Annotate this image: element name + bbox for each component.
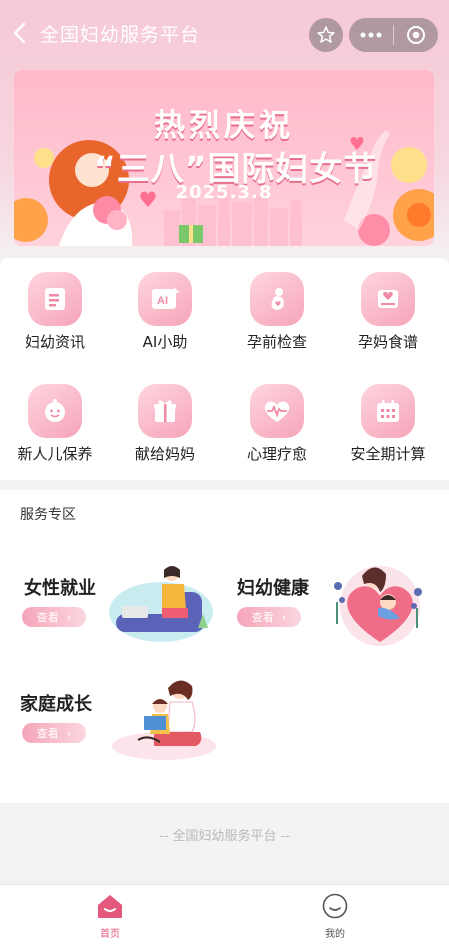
section-title: 服务专区 bbox=[20, 507, 76, 523]
grid-item-gift-for-mom[interactable]: 献给妈妈 bbox=[110, 370, 220, 470]
star-icon bbox=[317, 26, 335, 43]
recipe-icon bbox=[361, 272, 415, 326]
heartbeat-icon bbox=[250, 384, 304, 438]
chevron-right-icon: › bbox=[281, 610, 287, 624]
grid-item-pregnancy-check[interactable]: 孕前检查 bbox=[222, 258, 332, 358]
more-button[interactable] bbox=[349, 18, 393, 52]
grid-item-label: AI小助 bbox=[142, 333, 188, 351]
tab-mine[interactable]: 我的 bbox=[305, 893, 365, 940]
chevron-right-icon: › bbox=[66, 610, 72, 624]
tab-home[interactable]: 首页 bbox=[80, 893, 140, 940]
gift-icon bbox=[138, 384, 192, 438]
banner-headline: 热烈庆祝 bbox=[154, 108, 294, 144]
mini-program-capsule bbox=[349, 18, 438, 52]
banner-date: 2025.3.8 bbox=[175, 182, 273, 203]
svg-text:AI: AI bbox=[157, 295, 168, 307]
news-icon bbox=[28, 272, 82, 326]
family-growth-illustration bbox=[112, 680, 216, 760]
tab-home-label: 首页 bbox=[100, 929, 120, 940]
grid-item-label: 妇幼资讯 bbox=[24, 333, 85, 351]
service-name-employment: 女性就业 bbox=[24, 578, 96, 599]
service-name-maternal-health: 妇幼健康 bbox=[237, 578, 309, 599]
bottom-tab-bar: 首页 我的 bbox=[0, 884, 449, 944]
womens-day-banner[interactable]: 热烈庆祝 “三八”国际妇女节 2025.3.8 bbox=[14, 70, 434, 246]
chevron-left-icon[interactable] bbox=[10, 20, 32, 46]
view-family-growth-button[interactable]: 查看 › bbox=[22, 723, 86, 743]
maternal-health-illustration bbox=[334, 566, 422, 646]
service-zone: 服务专区 女性就业 查看 › 妇幼健康 查看 › 家庭成长 查看 › bbox=[0, 490, 449, 803]
grid-item-ai-assistant[interactable]: AI AI小助 bbox=[110, 258, 220, 358]
smiley-icon bbox=[322, 893, 348, 919]
baby-icon bbox=[28, 384, 82, 438]
grid-item-safe-period[interactable]: 安全期计算 bbox=[333, 370, 443, 470]
ai-icon: AI bbox=[138, 272, 192, 326]
service-name-family-growth: 家庭成长 bbox=[20, 694, 92, 715]
favorite-button[interactable] bbox=[309, 18, 343, 52]
function-grid: 妇幼资讯 AI AI小助 孕前检查 孕妈食谱 新人儿保养 献给妈妈 心理疗愈 安… bbox=[0, 258, 449, 480]
grid-item-label: 安全期计算 bbox=[350, 445, 426, 463]
close-button[interactable] bbox=[394, 18, 438, 52]
footer-text: -- 全国妇幼服务平台 -- bbox=[158, 829, 291, 844]
view-button-label: 查看 bbox=[36, 727, 59, 740]
home-icon bbox=[98, 895, 122, 918]
grid-item-psych-healing[interactable]: 心理疗愈 bbox=[222, 370, 332, 470]
grid-item-baby-care[interactable]: 新人儿保养 bbox=[0, 370, 110, 470]
pregnancy-check-icon bbox=[250, 272, 304, 326]
calendar-icon bbox=[361, 384, 415, 438]
page-footer: -- 全国妇幼服务平台 -- bbox=[0, 805, 449, 882]
grid-item-label: 孕前检查 bbox=[246, 333, 307, 351]
grid-item-news[interactable]: 妇幼资讯 bbox=[0, 258, 110, 358]
grid-item-label: 新人儿保养 bbox=[17, 445, 93, 463]
employment-illustration bbox=[109, 566, 213, 642]
navigation-bar: 全国妇幼服务平台 bbox=[0, 0, 449, 66]
view-button-label: 查看 bbox=[251, 611, 274, 624]
tab-mine-label: 我的 bbox=[325, 929, 345, 940]
target-icon bbox=[407, 26, 425, 44]
grid-item-label: 孕妈食谱 bbox=[357, 333, 418, 351]
ellipsis-icon bbox=[360, 32, 382, 38]
grid-item-recipe[interactable]: 孕妈食谱 bbox=[333, 258, 443, 358]
page-title: 全国妇幼服务平台 bbox=[40, 24, 201, 46]
chevron-right-icon: › bbox=[66, 726, 72, 740]
view-employment-button[interactable]: 查看 › bbox=[22, 607, 86, 627]
grid-item-label: 献给妈妈 bbox=[134, 445, 195, 463]
view-button-label: 查看 bbox=[36, 611, 59, 624]
view-maternal-health-button[interactable]: 查看 › bbox=[237, 607, 301, 627]
grid-item-label: 心理疗愈 bbox=[246, 445, 307, 463]
